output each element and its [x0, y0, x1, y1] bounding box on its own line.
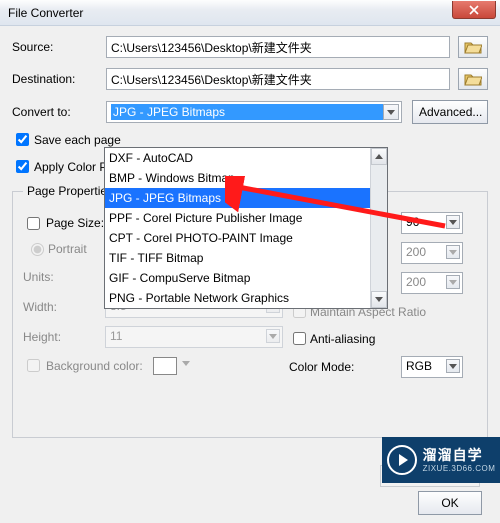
- advanced-button[interactable]: Advanced...: [412, 100, 488, 124]
- apply-color-profile-checkbox[interactable]: [16, 160, 29, 173]
- scroll-up-icon[interactable]: [371, 148, 387, 165]
- save-each-page-checkbox[interactable]: [16, 133, 29, 146]
- convert-to-selected: JPG - JPEG Bitmaps: [111, 104, 383, 120]
- antialias-label: Anti-aliasing: [310, 332, 375, 346]
- browse-destination-button[interactable]: [458, 68, 488, 90]
- color-mode-select[interactable]: RGB: [401, 356, 463, 378]
- watermark: 溜溜自学 ZIXUE.3D66.COM: [382, 437, 500, 483]
- dropdown-item[interactable]: TIF - TIFF Bitmap: [105, 248, 387, 268]
- play-icon: [387, 445, 417, 475]
- destination-label: Destination:: [12, 72, 106, 86]
- right-height-field: 200: [401, 272, 463, 294]
- height-field: 11: [105, 326, 283, 348]
- page-properties-legend: Page Properties: [23, 184, 117, 198]
- save-each-page-label: Save each page: [34, 133, 121, 147]
- color-mode-label: Color Mode:: [289, 360, 401, 374]
- destination-input[interactable]: [106, 68, 450, 90]
- antialias-checkbox[interactable]: [293, 332, 306, 345]
- dropdown-item-highlighted[interactable]: JPG - JPEG Bitmaps: [105, 188, 387, 208]
- units-label: Units:: [23, 270, 105, 284]
- convert-to-select[interactable]: JPG - JPEG Bitmaps: [106, 101, 402, 123]
- dropdown-item[interactable]: CPT - Corel PHOTO-PAINT Image: [105, 228, 387, 248]
- dropdown-item[interactable]: BMP - Windows Bitmap: [105, 168, 387, 188]
- scroll-down-icon[interactable]: [371, 291, 387, 308]
- portrait-radio: Portrait: [31, 242, 87, 256]
- source-input[interactable]: [106, 36, 450, 58]
- dropdown-scrollbar[interactable]: [370, 148, 387, 308]
- right-width-field: 200: [401, 242, 463, 264]
- background-color-label: Background color:: [46, 359, 143, 373]
- width-label: Width:: [23, 300, 105, 314]
- convert-to-dropdown[interactable]: DXF - AutoCAD BMP - Windows Bitmap JPG -…: [104, 147, 388, 309]
- folder-icon: [464, 40, 482, 54]
- background-color-checkbox: [27, 359, 40, 372]
- folder-icon: [464, 72, 482, 86]
- dropdown-item[interactable]: GIF - CompuServe Bitmap: [105, 268, 387, 288]
- dropdown-item[interactable]: PNG - Portable Network Graphics: [105, 288, 387, 308]
- page-size-checkbox[interactable]: [27, 217, 40, 230]
- chevron-down-icon[interactable]: [383, 104, 399, 120]
- convert-to-label: Convert to:: [12, 105, 106, 119]
- close-button[interactable]: [452, 1, 496, 19]
- dropdown-item[interactable]: DXF - AutoCAD: [105, 148, 387, 168]
- height-label: Height:: [23, 330, 105, 344]
- resolution-select[interactable]: 96: [401, 212, 463, 234]
- window-title: File Converter: [8, 6, 83, 20]
- browse-source-button[interactable]: [458, 36, 488, 58]
- dropdown-item[interactable]: PPF - Corel Picture Publisher Image: [105, 208, 387, 228]
- ok-button[interactable]: OK: [418, 491, 482, 515]
- source-label: Source:: [12, 40, 106, 54]
- background-color-chip: [153, 357, 177, 375]
